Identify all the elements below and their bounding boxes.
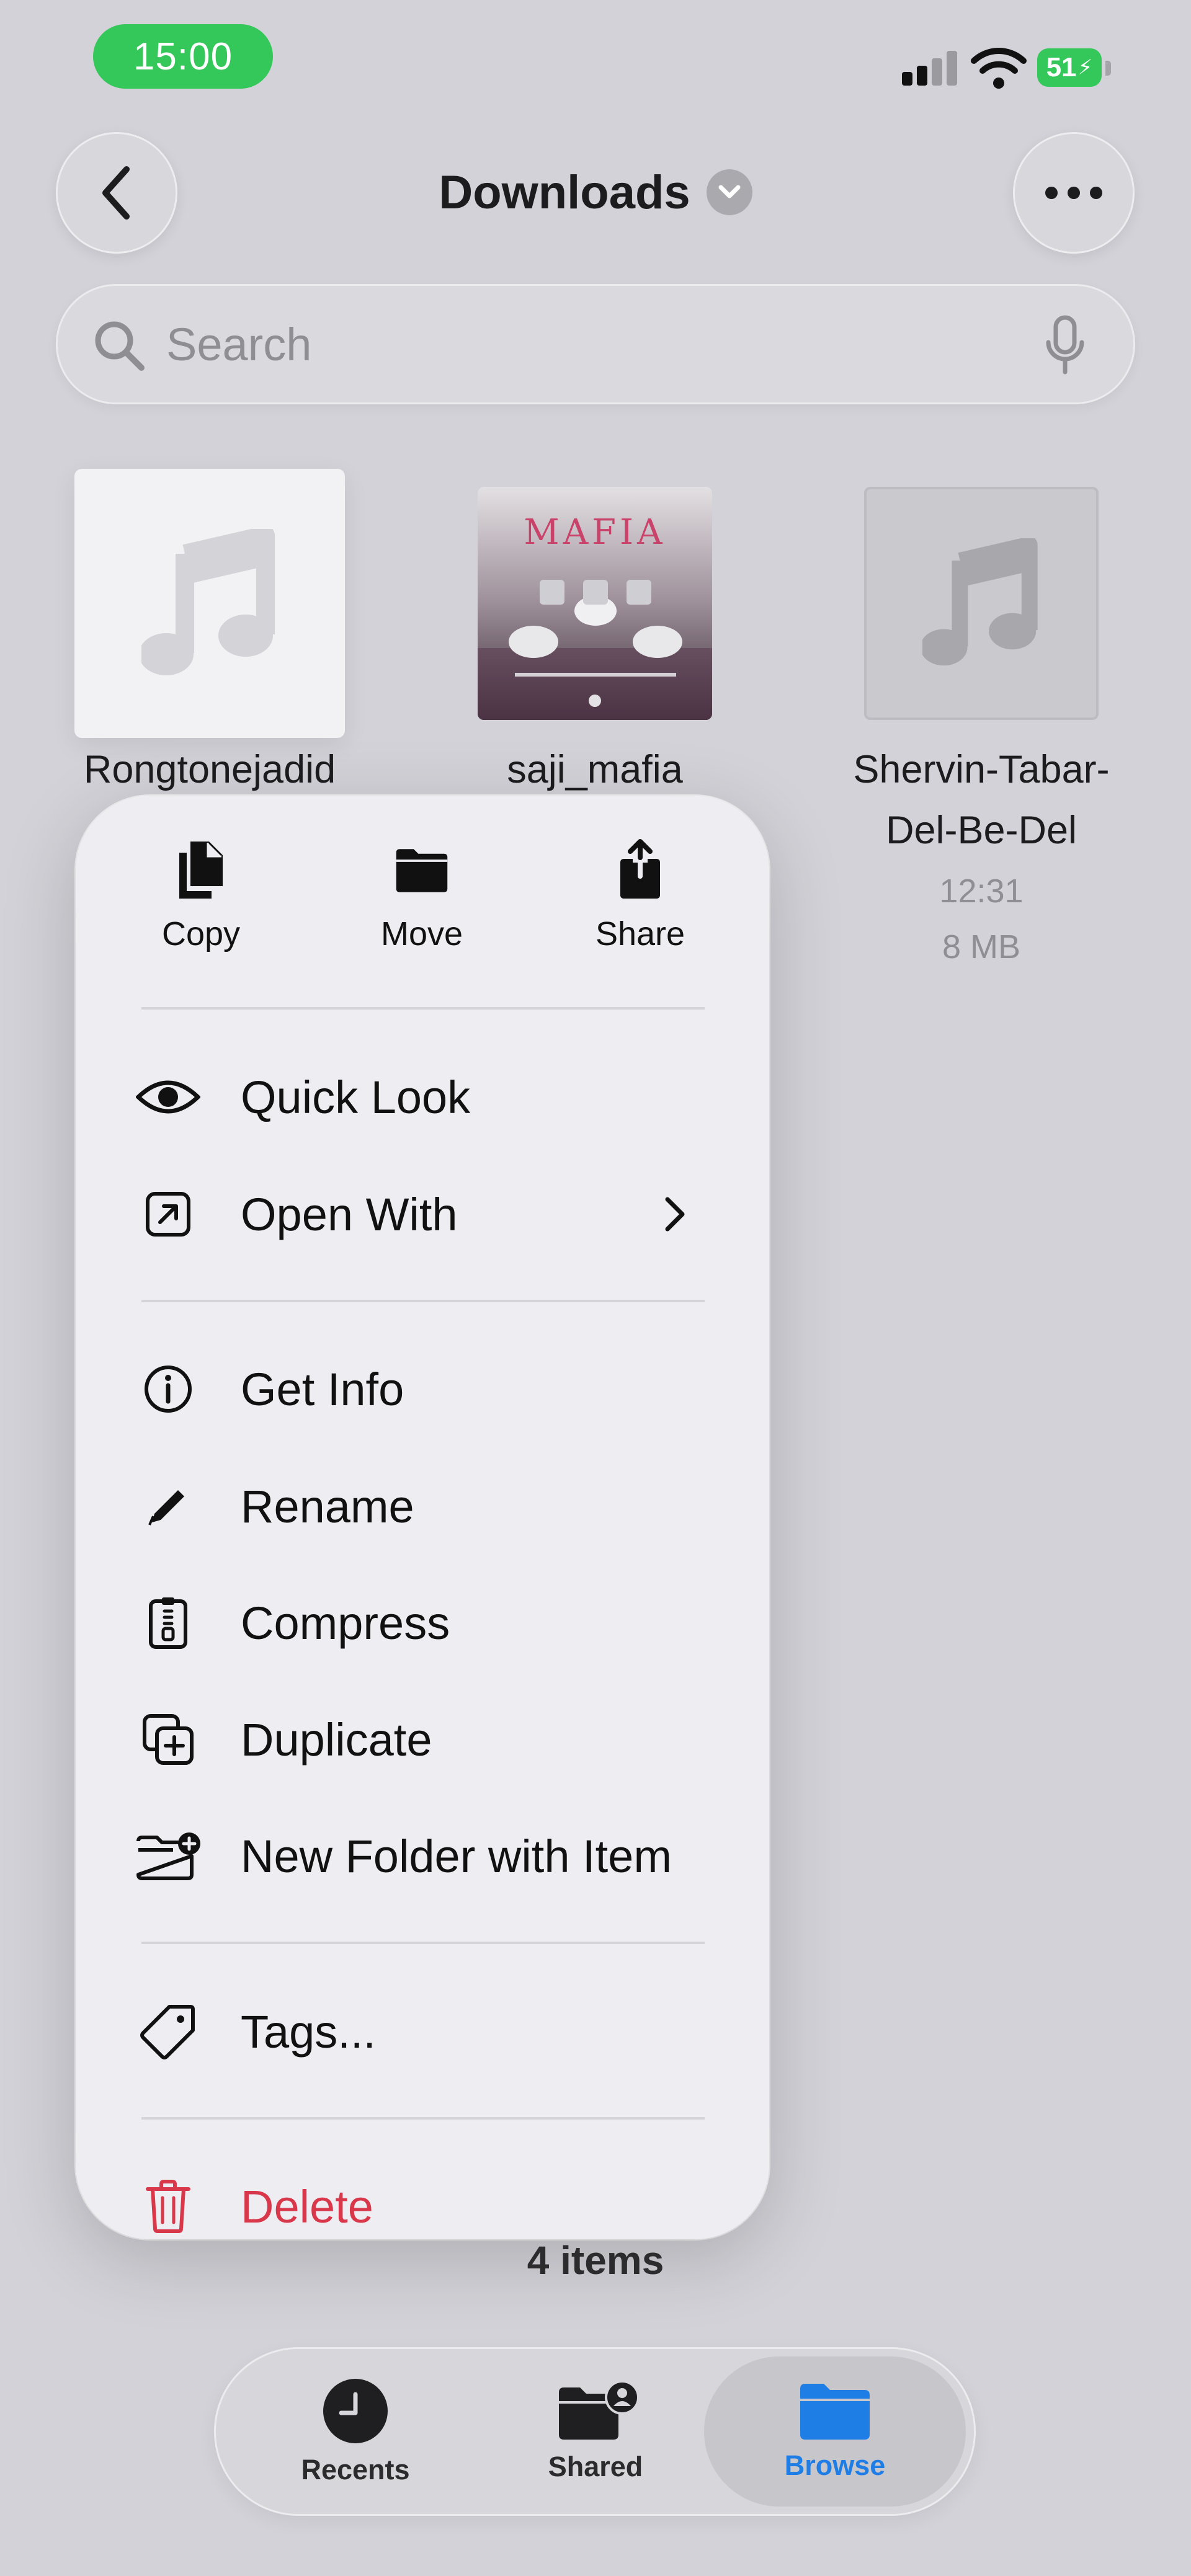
- album-artwork-image: MAFIA: [478, 487, 712, 720]
- file-name[interactable]: Rongtonejadid: [50, 739, 370, 800]
- cellular-signal-icon: [902, 51, 958, 86]
- menu-item-quick-look[interactable]: Quick Look: [136, 1050, 725, 1144]
- status-time: 15:00: [93, 24, 273, 89]
- move-label: Move: [380, 915, 463, 953]
- item-count: 4 items: [527, 2238, 664, 2283]
- menu-item-label: Get Info: [241, 1363, 404, 1415]
- file-name-continued[interactable]: Del-Be-Del: [806, 800, 1156, 861]
- file-name[interactable]: saji_mafia: [434, 739, 756, 800]
- file-size: 8 MB: [942, 928, 1021, 966]
- chevron-right-icon: [665, 1197, 685, 1232]
- wifi-icon: [971, 48, 1027, 89]
- tab-label: Recents: [301, 2454, 410, 2485]
- artwork-title: MAFIA: [524, 512, 666, 553]
- tab-browse[interactable]: Browse: [717, 2347, 953, 2516]
- menu-item-duplicate[interactable]: Duplicate: [141, 1693, 725, 1786]
- menu-item-new-folder-with-item[interactable]: New Folder with Item: [136, 1810, 725, 1903]
- battery-indicator: 51 ⚡: [1037, 48, 1102, 87]
- move-button[interactable]: Move: [341, 839, 502, 963]
- share-button[interactable]: Share: [560, 839, 721, 963]
- menu-item-label: Quick Look: [241, 1071, 471, 1123]
- album-artwork-saji-mafia[interactable]: MAFIA: [478, 487, 712, 720]
- file-time: 12:31: [939, 873, 1024, 910]
- file-thumbnail-rongtonejadid[interactable]: [74, 469, 345, 738]
- music-note-icon: [141, 529, 275, 675]
- context-menu: Copy Move Share Quick Look Open With Get…: [76, 796, 769, 2239]
- page-title: Downloads: [439, 166, 690, 219]
- trash-icon: [134, 2172, 202, 2239]
- menu-item-label: Duplicate: [241, 1713, 432, 1765]
- pencil-icon: [134, 1472, 202, 1540]
- ellipsis-icon: [1045, 187, 1102, 199]
- more-button[interactable]: [1013, 132, 1135, 254]
- menu-item-delete[interactable]: Delete: [141, 2160, 725, 2239]
- battery-level: 51: [1046, 52, 1077, 82]
- microphone-icon[interactable]: [1043, 315, 1087, 377]
- menu-item-label: Open With: [241, 1188, 458, 1240]
- menu-divider: [141, 1300, 705, 1302]
- menu-item-open-with[interactable]: Open With: [141, 1168, 725, 1261]
- menu-item-label: Compress: [241, 1597, 450, 1649]
- tab-shared[interactable]: Shared: [478, 2347, 713, 2516]
- menu-item-compress[interactable]: Compress: [141, 1576, 725, 1669]
- copy-icon: [173, 839, 229, 901]
- battery-terminal: [1105, 61, 1111, 76]
- folder-icon: [394, 839, 450, 901]
- file-name[interactable]: Shervin-Tabar-: [806, 739, 1156, 800]
- tag-icon: [134, 1997, 202, 2066]
- menu-item-label: Rename: [241, 1480, 414, 1532]
- search-icon: [95, 321, 145, 371]
- menu-divider: [141, 2117, 705, 2120]
- menu-divider: [141, 1942, 705, 1944]
- open-external-icon: [134, 1180, 202, 1248]
- copy-label: Copy: [161, 915, 241, 953]
- chevron-left-icon: [102, 166, 130, 220]
- menu-item-label: Tags...: [241, 2005, 376, 2058]
- share-icon: [612, 839, 668, 901]
- chevron-down-icon: [706, 169, 752, 215]
- tab-label: Browse: [784, 2449, 886, 2481]
- file-thumbnail-shervin-tabar[interactable]: [864, 487, 1099, 720]
- folder-icon: [800, 2384, 870, 2440]
- back-button[interactable]: [56, 132, 177, 254]
- tab-recents[interactable]: Recents: [238, 2347, 473, 2516]
- eye-icon: [134, 1063, 202, 1131]
- menu-item-tags[interactable]: Tags...: [140, 1985, 725, 2078]
- menu-item-label: Delete: [241, 2180, 373, 2232]
- clock-icon: [323, 2379, 388, 2443]
- menu-item-get-info[interactable]: Get Info: [141, 1343, 725, 1436]
- music-note-icon: [922, 538, 1038, 666]
- duplicate-icon: [134, 1705, 202, 1774]
- menu-item-rename[interactable]: Rename: [141, 1460, 725, 1553]
- copy-button[interactable]: Copy: [120, 839, 282, 963]
- folder-title-menu[interactable]: Downloads: [310, 155, 881, 229]
- charging-bolt-icon: ⚡: [1077, 56, 1093, 79]
- tab-label: Shared: [548, 2451, 643, 2482]
- info-icon: [134, 1355, 202, 1423]
- archive-zip-icon: [134, 1589, 202, 1657]
- share-label: Share: [595, 915, 685, 953]
- menu-divider: [141, 1007, 705, 1010]
- menu-item-label: New Folder with Item: [241, 1830, 672, 1882]
- new-folder-icon: [134, 1822, 202, 1890]
- shared-folder-icon: [559, 2380, 640, 2440]
- search-input[interactable]: Search: [166, 315, 311, 375]
